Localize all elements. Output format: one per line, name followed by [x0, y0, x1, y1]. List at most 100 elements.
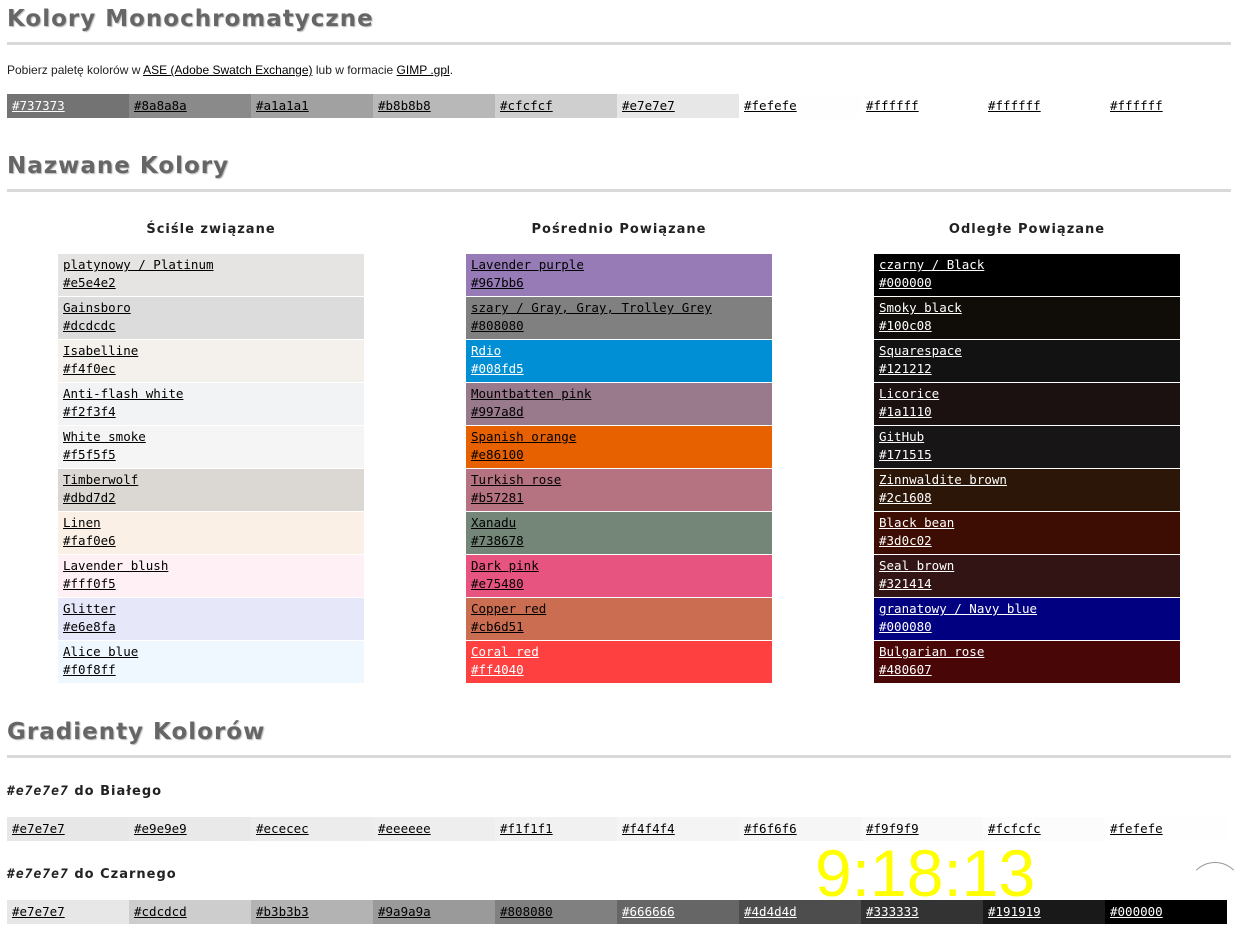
- color-hex-link[interactable]: #e5e4e2: [63, 274, 359, 292]
- gradient-white-swatch[interactable]: #fefefe: [1105, 817, 1227, 841]
- color-hex-link[interactable]: #dbd7d2: [63, 489, 359, 507]
- monochrome-swatch[interactable]: #a1a1a1: [251, 94, 373, 118]
- color-hex-link[interactable]: #008fd5: [471, 360, 767, 378]
- color-name-link[interactable]: Anti-flash white: [63, 385, 359, 403]
- color-name-link[interactable]: platynowy / Platinum: [63, 256, 359, 274]
- named-color-item[interactable]: Rdio #008fd5: [466, 340, 772, 382]
- color-name-link[interactable]: szary / Gray, Gray, Trolley Grey: [471, 299, 767, 317]
- named-color-item[interactable]: Bulgarian rose #480607: [874, 641, 1180, 683]
- color-hex-link[interactable]: #121212: [879, 360, 1175, 378]
- named-color-item[interactable]: Timberwolf #dbd7d2: [58, 469, 364, 511]
- color-name-link[interactable]: czarny / Black: [879, 256, 1175, 274]
- named-color-item[interactable]: Linen #faf0e6: [58, 512, 364, 554]
- named-color-item[interactable]: czarny / Black #000000: [874, 254, 1180, 296]
- color-name-link[interactable]: Xanadu: [471, 514, 767, 532]
- named-color-item[interactable]: Dark pink #e75480: [466, 555, 772, 597]
- gradient-white-swatch[interactable]: #ececec: [251, 817, 373, 841]
- color-hex-link[interactable]: #e75480: [471, 575, 767, 593]
- named-color-item[interactable]: Spanish orange #e86100: [466, 426, 772, 468]
- color-hex-link[interactable]: #967bb6: [471, 274, 767, 292]
- named-color-item[interactable]: Anti-flash white #f2f3f4: [58, 383, 364, 425]
- color-hex-link[interactable]: #f4f0ec: [63, 360, 359, 378]
- gradient-white-swatch[interactable]: #f1f1f1: [495, 817, 617, 841]
- color-name-link[interactable]: Timberwolf: [63, 471, 359, 489]
- monochrome-swatch[interactable]: #cfcfcf: [495, 94, 617, 118]
- gradient-white-swatch[interactable]: #eeeeee: [373, 817, 495, 841]
- gradient-black-swatch[interactable]: #e7e7e7: [7, 900, 129, 924]
- color-hex-link[interactable]: #808080: [471, 317, 767, 335]
- color-name-link[interactable]: Coral red: [471, 643, 767, 661]
- color-hex-link[interactable]: #997a8d: [471, 403, 767, 421]
- color-name-link[interactable]: Isabelline: [63, 342, 359, 360]
- color-hex-link[interactable]: #e6e8fa: [63, 618, 359, 636]
- color-hex-link[interactable]: #ff4040: [471, 661, 767, 679]
- named-color-item[interactable]: Alice blue #f0f8ff: [58, 641, 364, 683]
- gradient-black-swatch[interactable]: #666666: [617, 900, 739, 924]
- monochrome-swatch[interactable]: #737373: [7, 94, 129, 118]
- monochrome-swatch[interactable]: #fefefe: [739, 94, 861, 118]
- color-name-link[interactable]: Gainsboro: [63, 299, 359, 317]
- monochrome-swatch[interactable]: #e7e7e7: [617, 94, 739, 118]
- gradient-black-swatch[interactable]: #b3b3b3: [251, 900, 373, 924]
- monochrome-swatch[interactable]: #ffffff: [861, 94, 983, 118]
- monochrome-swatch[interactable]: #ffffff: [983, 94, 1105, 118]
- color-hex-link[interactable]: #b57281: [471, 489, 767, 507]
- color-hex-link[interactable]: #171515: [879, 446, 1175, 464]
- named-color-item[interactable]: Xanadu #738678: [466, 512, 772, 554]
- color-name-link[interactable]: Spanish orange: [471, 428, 767, 446]
- gradient-white-swatch[interactable]: #e7e7e7: [7, 817, 129, 841]
- color-name-link[interactable]: GitHub: [879, 428, 1175, 446]
- named-color-item[interactable]: Mountbatten pink #997a8d: [466, 383, 772, 425]
- color-name-link[interactable]: Alice blue: [63, 643, 359, 661]
- color-hex-link[interactable]: #000000: [879, 274, 1175, 292]
- color-name-link[interactable]: Copper red: [471, 600, 767, 618]
- named-color-item[interactable]: Zinnwaldite brown #2c1608: [874, 469, 1180, 511]
- color-hex-link[interactable]: #cb6d51: [471, 618, 767, 636]
- color-hex-link[interactable]: #480607: [879, 661, 1175, 679]
- color-name-link[interactable]: Bulgarian rose: [879, 643, 1175, 661]
- color-name-link[interactable]: Lavender purple: [471, 256, 767, 274]
- named-color-item[interactable]: Coral red #ff4040: [466, 641, 772, 683]
- named-color-item[interactable]: Glitter #e6e8fa: [58, 598, 364, 640]
- monochrome-swatch[interactable]: #8a8a8a: [129, 94, 251, 118]
- named-color-item[interactable]: Seal brown #321414: [874, 555, 1180, 597]
- color-hex-link[interactable]: #f0f8ff: [63, 661, 359, 679]
- color-hex-link[interactable]: #3d0c02: [879, 532, 1175, 550]
- named-color-item[interactable]: Isabelline #f4f0ec: [58, 340, 364, 382]
- named-color-item[interactable]: White smoke #f5f5f5: [58, 426, 364, 468]
- named-color-item[interactable]: szary / Gray, Gray, Trolley Grey #808080: [466, 297, 772, 339]
- color-hex-link[interactable]: #fff0f5: [63, 575, 359, 593]
- named-color-item[interactable]: Turkish rose #b57281: [466, 469, 772, 511]
- color-name-link[interactable]: Smoky black: [879, 299, 1175, 317]
- named-color-item[interactable]: Smoky black #100c08: [874, 297, 1180, 339]
- color-hex-link[interactable]: #000080: [879, 618, 1175, 636]
- named-color-item[interactable]: GitHub #171515: [874, 426, 1180, 468]
- color-name-link[interactable]: Mountbatten pink: [471, 385, 767, 403]
- color-name-link[interactable]: Seal brown: [879, 557, 1175, 575]
- color-hex-link[interactable]: #1a1110: [879, 403, 1175, 421]
- named-color-item[interactable]: Licorice #1a1110: [874, 383, 1180, 425]
- named-color-item[interactable]: granatowy / Navy blue #000080: [874, 598, 1180, 640]
- named-color-item[interactable]: Gainsboro #dcdcdc: [58, 297, 364, 339]
- color-name-link[interactable]: Glitter: [63, 600, 359, 618]
- color-name-link[interactable]: White smoke: [63, 428, 359, 446]
- color-name-link[interactable]: Turkish rose: [471, 471, 767, 489]
- named-color-item[interactable]: Lavender blush #fff0f5: [58, 555, 364, 597]
- gradient-white-swatch[interactable]: #f4f4f4: [617, 817, 739, 841]
- named-color-item[interactable]: platynowy / Platinum #e5e4e2: [58, 254, 364, 296]
- color-hex-link[interactable]: #321414: [879, 575, 1175, 593]
- monochrome-swatch[interactable]: #ffffff: [1105, 94, 1227, 118]
- monochrome-swatch[interactable]: #b8b8b8: [373, 94, 495, 118]
- color-name-link[interactable]: Black bean: [879, 514, 1175, 532]
- named-color-item[interactable]: Black bean #3d0c02: [874, 512, 1180, 554]
- color-hex-link[interactable]: #100c08: [879, 317, 1175, 335]
- color-name-link[interactable]: Squarespace: [879, 342, 1175, 360]
- color-hex-link[interactable]: #e86100: [471, 446, 767, 464]
- gradient-black-swatch[interactable]: #cdcdcd: [129, 900, 251, 924]
- ase-download-link[interactable]: ASE (Adobe Swatch Exchange): [143, 63, 312, 77]
- color-hex-link[interactable]: #faf0e6: [63, 532, 359, 550]
- color-name-link[interactable]: granatowy / Navy blue: [879, 600, 1175, 618]
- color-hex-link[interactable]: #738678: [471, 532, 767, 550]
- color-hex-link[interactable]: #2c1608: [879, 489, 1175, 507]
- color-hex-link[interactable]: #f5f5f5: [63, 446, 359, 464]
